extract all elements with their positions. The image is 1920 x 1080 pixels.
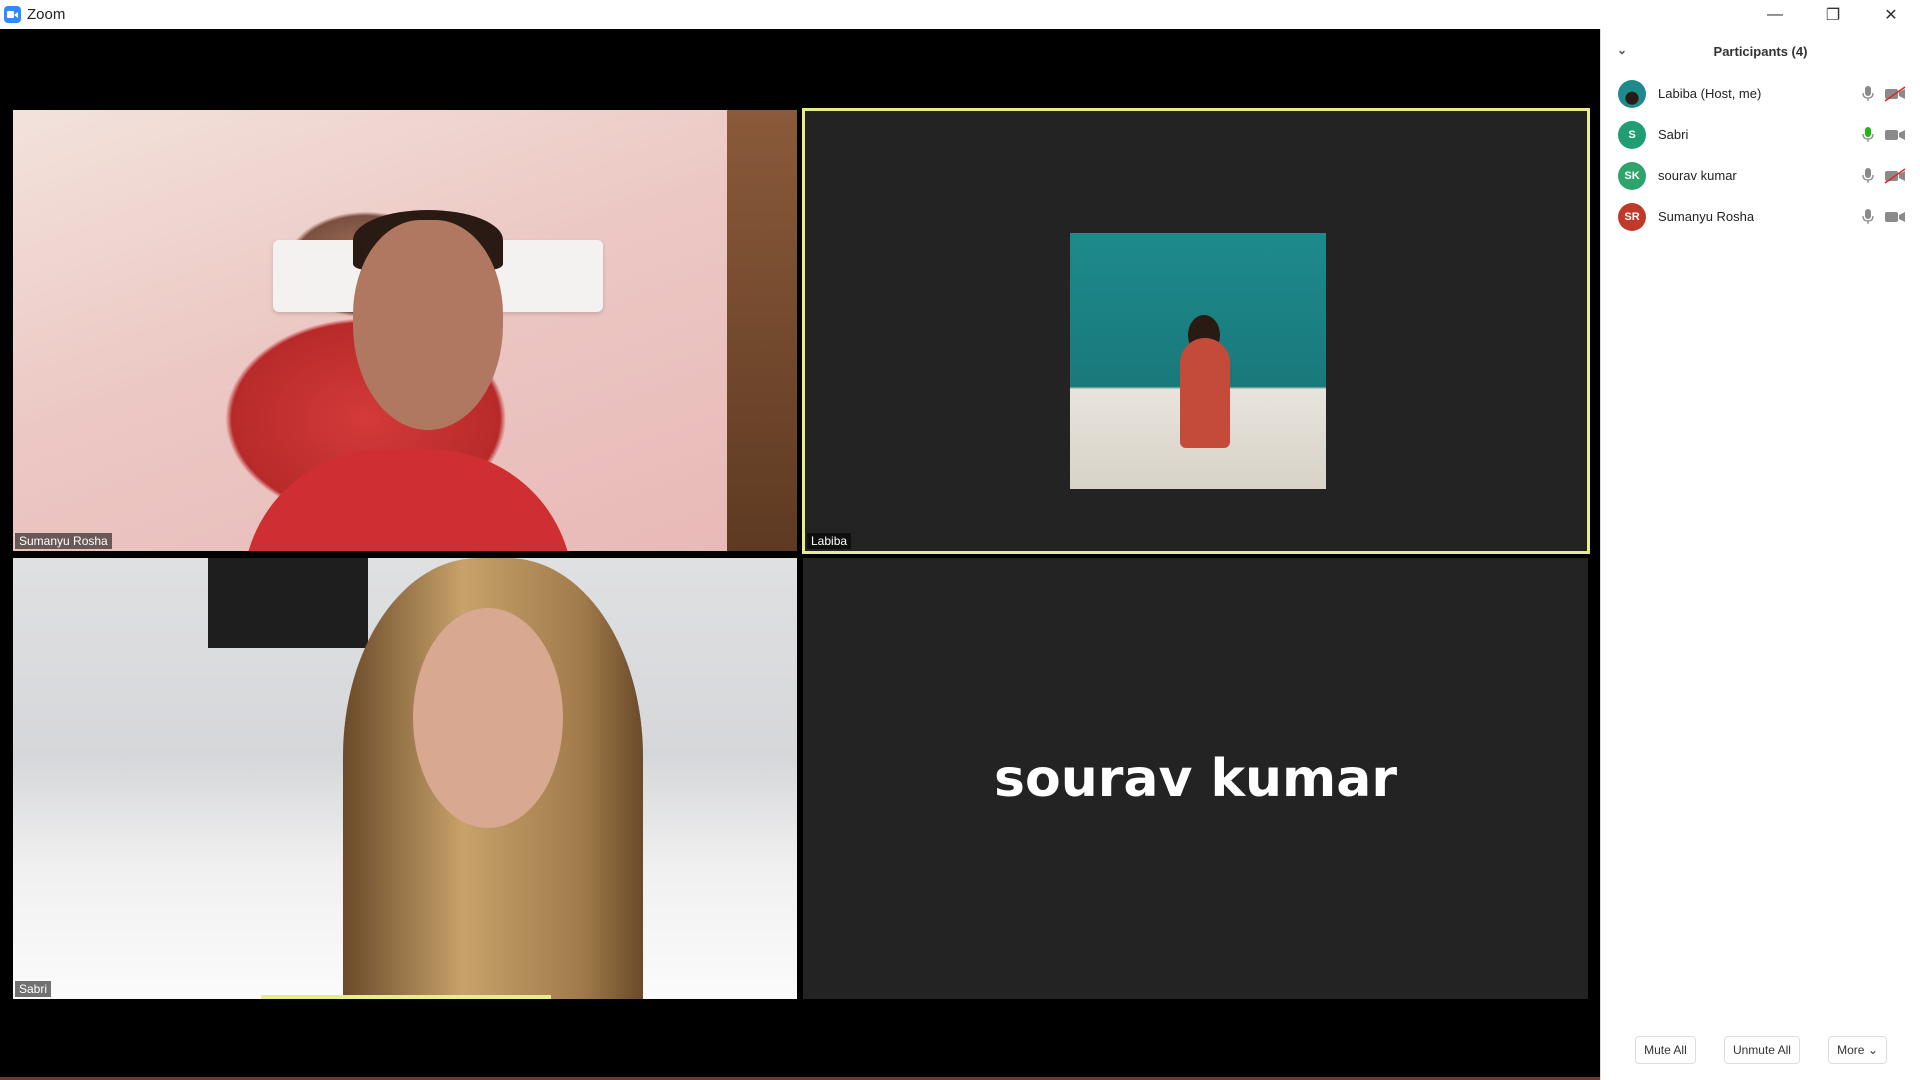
participant-status [1860,126,1906,144]
close-button[interactable]: ✕ [1862,0,1920,29]
video-participant-image [413,608,563,828]
participant-name: Labiba (Host, me) [1658,86,1762,101]
avatar: SR [1618,202,1646,231]
tile-display-name: sourav kumar [994,748,1397,809]
window-title: Zoom [27,6,66,23]
camera-icon [1885,212,1905,222]
video-background [727,110,797,551]
participant-name: Sumanyu Rosha [1658,209,1755,224]
window-controls: — ❐ ✕ [1746,0,1920,29]
participant-row[interactable]: SR Sumanyu Rosha [1601,196,1920,237]
participants-list: Labiba (Host, me) S Sabri SK sourav kumar SR S… [1601,73,1920,237]
minimize-button[interactable]: — [1746,0,1804,29]
microphone-icon [1862,168,1874,183]
tile-name-label: Sumanyu Rosha [15,533,112,549]
chevron-down-icon[interactable]: ⌄ [1617,43,1627,57]
camera-icon [1884,168,1906,184]
restore-button[interactable]: ❐ [1804,0,1862,29]
video-tile-sumanyu[interactable]: Sumanyu Rosha [13,110,797,551]
participant-row[interactable]: Labiba (Host, me) [1601,73,1920,114]
participants-header: ⌄ Participants (4) [1601,29,1920,73]
participants-footer: Mute All Unmute All More ⌄ [1601,1036,1920,1070]
participant-row[interactable]: S Sabri [1601,114,1920,155]
video-stage: Sumanyu Rosha Labiba Sabri sourav kumar [0,29,1600,1077]
tile-name-label: Labiba [807,533,852,549]
title-bar: Zoom — ❐ ✕ [0,0,1920,29]
microphone-icon [1862,86,1874,101]
avatar: S [1618,120,1646,149]
participant-name: Sabri [1658,127,1689,142]
video-participant-image [243,450,573,551]
participant-status [1860,85,1906,103]
video-background [208,558,368,648]
unmute-all-button[interactable]: Unmute All [1723,1036,1800,1064]
speaking-indicator [261,995,551,999]
participant-name: sourav kumar [1658,168,1737,183]
participant-status [1860,167,1906,185]
participant-status [1860,208,1906,226]
more-button[interactable]: More ⌄ [1828,1036,1887,1064]
video-tile-sabri[interactable]: Sabri [13,558,797,999]
participants-panel: ⌄ Participants (4) Labiba (Host, me) S Sab… [1600,29,1920,1080]
mute-all-button[interactable]: Mute All [1635,1036,1696,1064]
tile-name-label: Sabri [15,981,52,997]
participant-row[interactable]: SK sourav kumar [1601,155,1920,196]
camera-icon [1884,86,1906,102]
avatar [1618,79,1646,108]
video-tile-labiba[interactable]: Labiba [802,108,1590,554]
video-participant-image [353,220,503,430]
camera-icon [1885,130,1905,140]
microphone-icon [1862,127,1874,142]
microphone-icon [1862,209,1874,224]
profile-picture-person [1180,338,1230,448]
zoom-logo-icon [4,6,21,23]
video-tile-sourav[interactable]: sourav kumar [803,558,1588,999]
profile-picture [1070,233,1326,489]
participants-title: Participants (4) [1713,43,1808,59]
avatar: SK [1618,161,1646,190]
